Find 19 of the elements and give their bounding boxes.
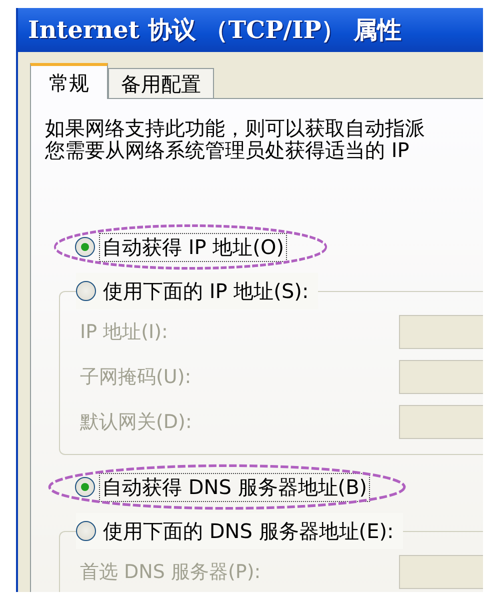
tab[interactable]: 常规 xyxy=(30,63,108,99)
description-text: 您需要从网络系统管理员处获得适当的 IP xyxy=(45,139,410,161)
radio-button[interactable] xyxy=(76,281,96,301)
field-label: IP 地址(I): xyxy=(80,320,168,344)
tab[interactable]: 备用配置 xyxy=(108,68,214,98)
field-label: 首选 DNS 服务器(P): xyxy=(80,560,261,584)
ip-address-field[interactable] xyxy=(399,554,483,588)
ip-address-field[interactable] xyxy=(399,314,483,348)
window-title: Internet 协议 （TCP/IP） 属性 xyxy=(28,14,402,46)
description-text: 如果网络支持此功能，则可以获取自动指派 xyxy=(45,117,426,139)
radio-button[interactable] xyxy=(76,521,96,541)
field-label: 默认网关(D): xyxy=(80,410,192,434)
radio-button[interactable] xyxy=(75,237,95,257)
radio-label[interactable]: 自动获得 IP 地址(O) xyxy=(99,232,288,262)
radio-button[interactable] xyxy=(75,477,95,497)
field-label: 子网掩码(U): xyxy=(80,364,192,390)
ip-address-field[interactable] xyxy=(399,404,483,438)
radio-label[interactable]: 自动获得 DNS 服务器地址(B) xyxy=(99,472,370,502)
ip-address-field[interactable] xyxy=(399,360,483,394)
